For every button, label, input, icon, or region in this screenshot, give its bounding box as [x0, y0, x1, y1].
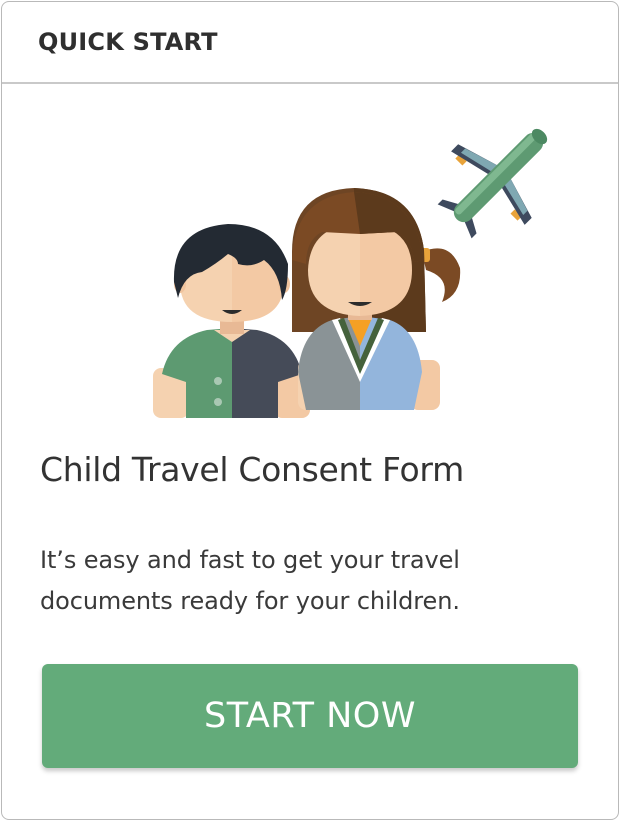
form-title: Child Travel Consent Form: [40, 450, 464, 489]
girl-icon: [292, 188, 461, 410]
card-header: QUICK START: [2, 2, 618, 84]
boy-icon: [153, 224, 310, 418]
airplane-icon: [437, 128, 548, 239]
form-description: It’s easy and fast to get your travel do…: [40, 540, 580, 622]
start-now-label: START NOW: [204, 696, 416, 736]
description-line: It’s easy and fast to get your travel: [40, 546, 460, 574]
quick-start-card: QUICK START Child Travel Consent Form It…: [1, 1, 619, 820]
description-line: documents ready for your children.: [40, 587, 460, 615]
start-now-button[interactable]: START NOW: [42, 664, 578, 768]
card-title: QUICK START: [38, 28, 218, 56]
travel-illustration: [153, 128, 548, 418]
